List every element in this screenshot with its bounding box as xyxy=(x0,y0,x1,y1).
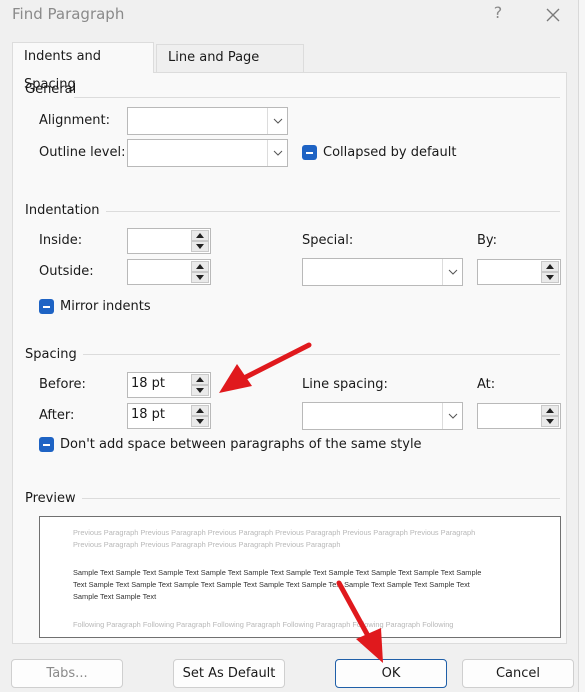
ok-button[interactable]: OK xyxy=(335,659,447,688)
spin-up-button[interactable] xyxy=(541,405,559,416)
spacing-group-title: Spacing xyxy=(25,347,83,362)
by-spinner[interactable] xyxy=(477,259,561,285)
at-label: At: xyxy=(477,377,496,392)
spin-up-button[interactable] xyxy=(191,230,209,241)
group-divider xyxy=(77,354,560,355)
spin-down-button[interactable] xyxy=(541,416,559,427)
outside-spinner[interactable] xyxy=(127,259,211,285)
close-button[interactable] xyxy=(540,3,566,27)
preview-previous-line: Previous Paragraph Previous Paragraph Pr… xyxy=(73,528,476,537)
preview-box: Previous Paragraph Previous Paragraph Pr… xyxy=(39,516,561,638)
after-label: After: xyxy=(39,408,75,423)
before-label: Before: xyxy=(39,377,86,392)
spin-up-button[interactable] xyxy=(191,261,209,272)
arrow-up-icon xyxy=(196,233,204,238)
alignment-select[interactable] xyxy=(127,107,288,135)
group-divider xyxy=(74,97,560,98)
spin-up-button[interactable] xyxy=(191,374,209,385)
spin-up-button[interactable] xyxy=(541,261,559,272)
group-divider xyxy=(98,211,560,212)
collapsed-by-default-label[interactable]: Collapsed by default xyxy=(323,145,456,160)
indeterminate-icon xyxy=(43,305,50,308)
after-spinner[interactable]: 18 pt xyxy=(127,403,211,429)
arrow-up-icon xyxy=(196,377,204,382)
help-button[interactable]: ? xyxy=(486,3,510,25)
inside-label: Inside: xyxy=(39,233,83,248)
preview-previous-line: Previous Paragraph Previous Paragraph Pr… xyxy=(73,540,341,549)
indeterminate-icon xyxy=(43,443,50,446)
special-label: Special: xyxy=(302,233,354,248)
tab-indents-and-spacing[interactable]: Indents and Spacing xyxy=(12,42,154,92)
at-spinner[interactable] xyxy=(477,403,561,429)
arrow-up-icon xyxy=(196,408,204,413)
mirror-indents-checkbox[interactable] xyxy=(39,299,54,314)
indentation-group-title: Indentation xyxy=(25,203,106,218)
arrow-down-icon xyxy=(196,244,204,249)
arrow-up-icon xyxy=(196,264,204,269)
arrow-down-icon xyxy=(196,388,204,393)
by-label: By: xyxy=(477,233,498,248)
spin-down-button[interactable] xyxy=(191,385,209,396)
preview-sample-line: Text Sample Text Sample Text Sample Text… xyxy=(73,580,470,589)
dont-add-space-label[interactable]: Don't add space between paragraphs of th… xyxy=(60,437,422,452)
spin-down-button[interactable] xyxy=(191,272,209,283)
preview-following-line: Following Paragraph Following Paragraph … xyxy=(73,620,454,629)
line-spacing-label: Line spacing: xyxy=(302,377,388,392)
set-as-default-button[interactable]: Set As Default xyxy=(173,659,285,688)
inside-spinner[interactable] xyxy=(127,228,211,254)
before-value: 18 pt xyxy=(131,376,166,391)
chevron-down-icon xyxy=(267,108,287,134)
arrow-up-icon xyxy=(546,408,554,413)
spin-down-button[interactable] xyxy=(191,241,209,252)
chevron-down-icon xyxy=(442,403,462,429)
collapsed-by-default-checkbox[interactable] xyxy=(302,145,317,160)
chevron-down-icon xyxy=(267,140,287,166)
preview-group-title: Preview xyxy=(25,491,82,506)
cancel-button[interactable]: Cancel xyxy=(462,659,574,688)
close-icon xyxy=(546,8,560,22)
outline-level-select[interactable] xyxy=(127,139,288,167)
spin-up-button[interactable] xyxy=(191,405,209,416)
spin-down-button[interactable] xyxy=(541,272,559,283)
dialog-title: Find Paragraph xyxy=(12,5,125,23)
arrow-down-icon xyxy=(546,419,554,424)
preview-sample-line: Sample Text Sample Text Sample Text Samp… xyxy=(73,568,482,577)
outside-label: Outside: xyxy=(39,264,94,279)
alignment-label: Alignment: xyxy=(39,113,110,128)
dont-add-space-checkbox[interactable] xyxy=(39,437,54,452)
mirror-indents-label[interactable]: Mirror indents xyxy=(60,299,151,314)
arrow-down-icon xyxy=(546,275,554,280)
spin-down-button[interactable] xyxy=(191,416,209,427)
after-value: 18 pt xyxy=(131,407,166,422)
tabs-button[interactable]: Tabs... xyxy=(11,659,123,688)
window-edge xyxy=(578,0,585,692)
line-spacing-select[interactable] xyxy=(302,402,463,430)
arrow-down-icon xyxy=(196,419,204,424)
chevron-down-icon xyxy=(442,259,462,285)
tab-line-and-page-breaks[interactable]: Line and Page Breaks xyxy=(156,44,304,91)
special-select[interactable] xyxy=(302,258,463,286)
arrow-down-icon xyxy=(196,275,204,280)
indeterminate-icon xyxy=(306,151,313,154)
outline-level-label: Outline level: xyxy=(39,145,126,160)
arrow-up-icon xyxy=(546,264,554,269)
group-divider xyxy=(77,498,560,499)
before-spinner[interactable]: 18 pt xyxy=(127,372,211,398)
preview-sample-line: Sample Text Sample Text xyxy=(73,592,157,601)
